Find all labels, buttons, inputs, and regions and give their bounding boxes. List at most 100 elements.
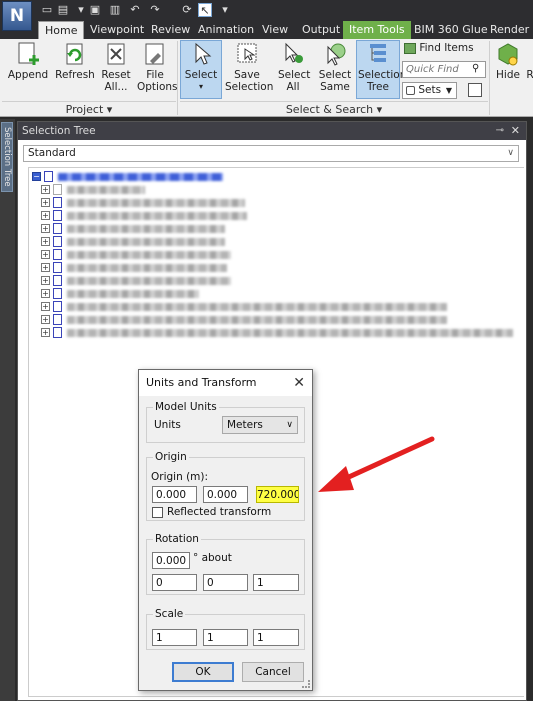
tab-bim-360-glue[interactable]: BIM 360 Glue (408, 21, 494, 39)
expand-icon[interactable]: + (41, 289, 50, 298)
expand-icon[interactable]: + (41, 263, 50, 272)
tab-render[interactable]: Render (484, 21, 533, 39)
tab-item-tools[interactable]: Item Tools (343, 21, 411, 39)
quick-find-search-icon[interactable]: ⚲ (472, 63, 479, 74)
rotation-axis-y-input[interactable] (203, 574, 248, 591)
tree-row[interactable]: + (41, 183, 521, 196)
customize-dropdown-icon[interactable]: ▾ (218, 3, 232, 17)
tree-row[interactable]: + (41, 248, 521, 261)
expand-icon[interactable]: + (41, 224, 50, 233)
refresh-button[interactable]: Refresh (54, 41, 96, 81)
group-title-project[interactable]: Project ▾ (2, 101, 176, 116)
scale-x-input[interactable] (152, 629, 197, 646)
rotation-group: Rotation ° about (146, 533, 305, 595)
dropdown-arrow-icon[interactable]: ▾ (74, 3, 88, 17)
obscured-node-label (67, 225, 225, 233)
obscured-node-label (58, 173, 223, 181)
selection-tree-button[interactable]: Selection Tree (356, 40, 406, 99)
expand-icon[interactable]: + (41, 185, 50, 194)
cancel-button[interactable]: Cancel (242, 662, 304, 682)
tree-row[interactable]: + (41, 274, 521, 287)
expand-icon[interactable]: + (41, 328, 50, 337)
hide-button[interactable]: Hide (493, 41, 523, 81)
expand-icon[interactable]: + (41, 276, 50, 285)
expand-icon[interactable]: + (41, 315, 50, 324)
tree-row[interactable]: + (41, 313, 521, 326)
tree-row[interactable]: + (41, 287, 521, 300)
pin-icon[interactable]: ⊸ (496, 122, 504, 140)
expand-icon[interactable]: + (41, 198, 50, 207)
tree-row[interactable]: + (41, 261, 521, 274)
select-cursor-icon[interactable]: ↖ (198, 3, 212, 17)
select-button[interactable]: Select ▾ (180, 40, 222, 99)
partial-ribbon-button[interactable]: R (525, 41, 533, 81)
tree-root-row[interactable]: − (31, 170, 521, 183)
tree-row[interactable]: + (41, 300, 521, 313)
refresh-icon (62, 41, 88, 67)
tree-row[interactable]: + (41, 326, 521, 339)
file-icon (53, 197, 62, 208)
select-same-button[interactable]: Select Same (316, 41, 354, 93)
group-title-select-search[interactable]: Select & Search ▾ (180, 101, 488, 116)
reflected-transform-checkbox[interactable] (152, 507, 163, 518)
rotation-angle-input[interactable] (152, 552, 190, 569)
ok-button[interactable]: OK (172, 662, 234, 682)
sets-manage-icon[interactable] (468, 83, 482, 97)
file-icon (53, 249, 62, 260)
tab-review[interactable]: Review (145, 21, 196, 39)
tree-row[interactable]: + (41, 209, 521, 222)
side-tab-strip: Selection Tree (0, 119, 15, 701)
reset-all-button[interactable]: Reset All... (98, 41, 134, 93)
select-label: Select (184, 69, 218, 81)
model-units-legend: Model Units (153, 401, 219, 413)
sets-dropdown[interactable]: Sets ▼ (402, 82, 457, 99)
refresh-icon[interactable]: ⟳ (180, 3, 194, 17)
tree-row[interactable]: + (41, 222, 521, 235)
obscured-node-label (67, 186, 145, 194)
obscured-node-label (67, 251, 231, 259)
print-icon[interactable]: ▥ (108, 3, 122, 17)
rotation-axis-z-input[interactable] (253, 574, 299, 591)
origin-legend: Origin (153, 451, 189, 463)
new-file-icon[interactable]: ▭ (40, 3, 54, 17)
find-items-button[interactable]: Find Items (404, 42, 474, 54)
save-selection-button[interactable]: Save Selection (224, 41, 273, 93)
tree-row[interactable]: + (41, 196, 521, 209)
file-options-button[interactable]: File Options (135, 41, 178, 93)
close-icon[interactable]: ✕ (511, 122, 520, 140)
tab-output[interactable]: Output (296, 21, 346, 39)
file-icon (53, 275, 62, 286)
select-all-button[interactable]: Select All (274, 41, 312, 93)
origin-z-input[interactable] (256, 486, 299, 503)
scale-y-input[interactable] (203, 629, 248, 646)
panel-header: Selection Tree ⊸ ✕ (18, 122, 526, 140)
tab-viewpoint[interactable]: Viewpoint (84, 21, 150, 39)
append-button[interactable]: Append (6, 41, 50, 81)
undo-icon[interactable]: ↶ (128, 3, 142, 17)
close-icon[interactable]: ✕ (293, 374, 305, 392)
expand-icon[interactable]: + (41, 211, 50, 220)
rotation-axis-x-input[interactable] (152, 574, 197, 591)
collapse-icon[interactable]: − (32, 172, 41, 181)
tab-animation[interactable]: Animation (192, 21, 260, 39)
origin-y-input[interactable] (203, 486, 248, 503)
origin-x-input[interactable] (152, 486, 197, 503)
open-folder-icon[interactable]: ▤ (56, 3, 70, 17)
redo-icon[interactable]: ↷ (148, 3, 162, 17)
expand-icon[interactable]: + (41, 237, 50, 246)
chevron-down-icon: ▼ (445, 86, 452, 95)
scale-z-input[interactable] (253, 629, 299, 646)
tree-mode-dropdown[interactable]: Standard ∨ (23, 145, 519, 162)
tree-row[interactable]: + (41, 235, 521, 248)
app-logo-button[interactable]: N (2, 1, 32, 31)
save-icon[interactable]: ▣ (88, 3, 102, 17)
units-select[interactable]: Meters ∨ (222, 416, 298, 434)
side-tab-selection-tree[interactable]: Selection Tree (1, 122, 13, 192)
tab-view[interactable]: View (256, 21, 294, 39)
resize-grip-icon[interactable] (302, 680, 310, 688)
tab-home[interactable]: Home (38, 21, 85, 39)
rotation-legend: Rotation (153, 533, 201, 545)
expand-icon[interactable]: + (41, 302, 50, 311)
obscured-node-label (67, 329, 513, 337)
expand-icon[interactable]: + (41, 250, 50, 259)
